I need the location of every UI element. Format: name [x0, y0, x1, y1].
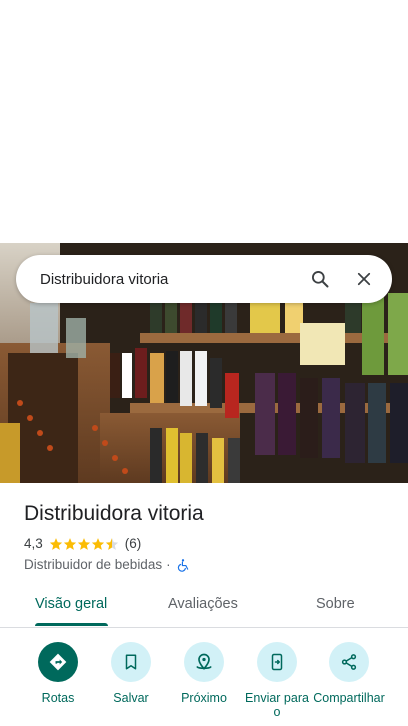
search-input[interactable]: Distribuidora vitoria: [40, 271, 300, 288]
tab-reviews[interactable]: Avaliações: [168, 596, 238, 612]
rating-row[interactable]: 4,3 (6): [24, 536, 141, 551]
share-button[interactable]: Compartilhar: [304, 642, 394, 705]
save-label: Salvar: [113, 691, 149, 705]
send-to-phone-icon: [257, 642, 297, 682]
tab-overview[interactable]: Visão geral: [35, 596, 107, 612]
map-blank-area[interactable]: [0, 0, 408, 243]
nearby-icon: [184, 642, 224, 682]
place-tabs: Visão geral Avaliações Sobre: [0, 582, 408, 628]
close-icon-graphic: [357, 272, 371, 286]
place-title: Distribuidora vitoria: [24, 502, 204, 525]
nearby-label: Próximo: [181, 691, 227, 705]
share-label: Compartilhar: [313, 691, 385, 705]
directions-label: Rotas: [41, 691, 75, 705]
star-icon: [63, 537, 76, 550]
star-icon: [77, 537, 90, 550]
share-icon-graphic: [341, 654, 357, 670]
category-row: Distribuidor de bebidas ·: [24, 557, 190, 572]
share-icon: [329, 642, 369, 682]
wheelchair-icon: [177, 558, 188, 572]
bookmark-icon: [111, 642, 151, 682]
star-icon: [91, 537, 104, 550]
tab-about[interactable]: Sobre: [316, 596, 355, 612]
search-bar[interactable]: Distribuidora vitoria: [16, 255, 392, 303]
close-icon[interactable]: [344, 259, 384, 299]
star-icon: [49, 537, 62, 550]
send-to-phone-icon-graphic: [271, 653, 283, 671]
rating-stars: [49, 537, 119, 551]
action-buttons: Rotas Salvar Próximo Enviar para o Compa…: [0, 640, 408, 726]
directions-icon: [38, 642, 78, 682]
category-separator: ·: [166, 557, 171, 572]
review-count: (6): [124, 536, 142, 551]
bookmark-icon-graphic: [125, 654, 137, 670]
search-icon-graphic: [312, 271, 329, 288]
rating-value: 4,3: [24, 536, 43, 551]
send-to-phone-label: Enviar para o: [245, 691, 309, 719]
search-icon[interactable]: [300, 259, 340, 299]
nearby-icon-graphic: [196, 653, 212, 670]
place-category: Distribuidor de bebidas: [24, 557, 163, 572]
active-tab-indicator: [35, 623, 108, 626]
directions-icon-graphic: [49, 653, 67, 671]
half-star-icon: [105, 537, 118, 550]
maps-place-screen: Distribuidora vitoria Distribuidora vito…: [0, 0, 408, 726]
